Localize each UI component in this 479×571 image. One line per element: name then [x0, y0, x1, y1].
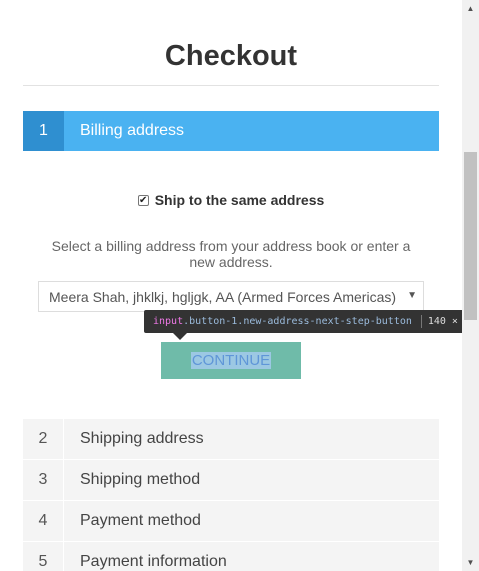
step-title: Billing address — [80, 122, 185, 139]
step-shipping-address[interactable]: 2 Shipping address — [23, 419, 439, 459]
checkout-steps-list: 2 Shipping address 3 Shipping method 4 P… — [23, 419, 439, 571]
title-divider — [23, 85, 439, 86]
continue-button-label: CONTINUE — [190, 352, 272, 369]
billing-address-instructions: Select a billing address from your addre… — [51, 238, 411, 270]
step-number: 5 — [23, 542, 64, 571]
step-payment-method[interactable]: 4 Payment method — [23, 501, 439, 541]
scrollbar-thumb[interactable] — [464, 152, 477, 320]
step-title: Shipping address — [80, 430, 204, 447]
scroll-down-arrow-icon[interactable]: ▼ — [462, 554, 479, 571]
ship-same-address-label[interactable]: Ship to the same address — [155, 192, 325, 208]
step-number: 3 — [23, 460, 64, 500]
step-shipping-method[interactable]: 3 Shipping method — [23, 460, 439, 500]
continue-button[interactable]: CONTINUE — [161, 342, 301, 379]
tooltip-pointer-icon — [173, 333, 187, 340]
step-number: 4 — [23, 501, 64, 541]
dropdown-arrow-icon: ▼ — [407, 290, 417, 301]
checkout-page: Checkout 1 Billing address ✔ Ship to the… — [0, 0, 479, 571]
ship-same-address-row: ✔ Ship to the same address — [23, 191, 439, 209]
step-payment-information[interactable]: 5 Payment information — [23, 542, 439, 571]
ship-same-address-checkbox[interactable]: ✔ — [137, 194, 149, 206]
step-billing-address[interactable]: 1 Billing address — [23, 111, 439, 151]
scroll-up-arrow-icon[interactable]: ▲ — [462, 0, 479, 17]
step-title: Payment information — [80, 553, 227, 570]
tooltip-separator — [420, 315, 422, 328]
devtools-element-tooltip: input .button-1.new-address-next-step-bu… — [144, 310, 476, 333]
selected-address: Meera Shah, jhklkj, hgljgk, AA (Armed Fo… — [49, 288, 397, 305]
billing-address-select[interactable]: Meera Shah, jhklkj, hgljgk, AA (Armed Fo… — [38, 281, 424, 312]
page-title: Checkout — [164, 40, 298, 72]
vertical-scrollbar[interactable]: ▲ ▼ — [462, 0, 479, 571]
step-title: Payment method — [80, 512, 201, 529]
step-title: Shipping method — [80, 471, 201, 488]
tooltip-tag: input — [153, 316, 184, 327]
tooltip-classes: .button-1.new-address-next-step-button — [183, 316, 412, 327]
step-number: 1 — [23, 111, 64, 151]
step-number: 2 — [23, 419, 64, 459]
